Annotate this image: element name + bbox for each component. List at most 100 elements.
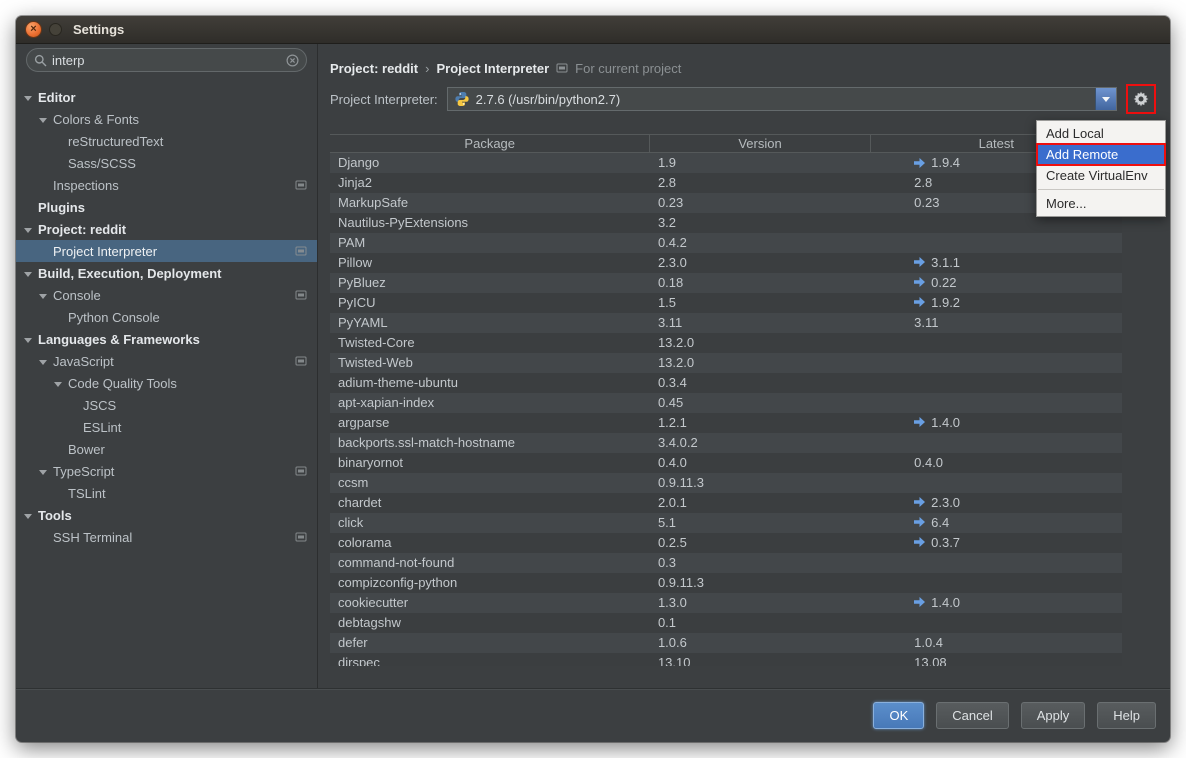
tree-item-tslint[interactable]: TSLint [16,482,317,504]
table-row-debtagshw[interactable]: debtagshw0.1 [330,613,1122,633]
table-row-twisted-core[interactable]: Twisted-Core13.2.0 [330,333,1122,353]
tree-item-eslint[interactable]: ESLint [16,416,317,438]
latest-inner: 0.4.0 [914,455,943,470]
latest-inner: 0.23 [914,195,939,210]
expand-arrow-icon[interactable] [39,286,53,304]
tree-item-tools[interactable]: Tools [16,504,317,526]
expand-arrow-icon[interactable] [39,462,53,480]
table-row-chardet[interactable]: chardet2.0.12.3.0 [330,493,1122,513]
package-cell: Nautilus-PyExtensions [330,213,650,233]
apply-button[interactable]: Apply [1021,702,1086,729]
table-row-nautilus-pyextensions[interactable]: Nautilus-PyExtensions3.2 [330,213,1122,233]
upgrade-arrow-icon [914,517,925,527]
table-row-twisted-web[interactable]: Twisted-Web13.2.0 [330,353,1122,373]
table-row-pillow[interactable]: Pillow2.3.03.1.1 [330,253,1122,273]
table-row-backports-ssl-match-hostname[interactable]: backports.ssl-match-hostname3.4.0.2 [330,433,1122,453]
menu-item-add-local[interactable]: Add Local [1037,123,1165,144]
upgrade-arrow-icon [914,158,925,168]
tree-item-typescript[interactable]: TypeScript [16,460,317,482]
table-row-compizconfig-python[interactable]: compizconfig-python0.9.11.3 [330,573,1122,593]
expand-arrow-icon[interactable] [24,88,38,106]
package-cell: compizconfig-python [330,573,650,593]
table-row-dirspec[interactable]: dirspec13.1013.08 [330,653,1122,667]
menu-item-more[interactable]: More... [1037,193,1165,214]
tree-item-build-execution-deployment[interactable]: Build, Execution, Deployment [16,262,317,284]
tree-item-code-quality-tools[interactable]: Code Quality Tools [16,372,317,394]
table-row-ccsm[interactable]: ccsm0.9.11.3 [330,473,1122,493]
table-row-click[interactable]: click5.16.4 [330,513,1122,533]
latest-cell: 2.3.0 [870,493,1122,513]
tree-item-colors-fonts[interactable]: Colors & Fonts [16,108,317,130]
clear-search-icon[interactable] [286,54,299,67]
combo-dropdown-button[interactable] [1095,88,1116,110]
title-bar[interactable]: × Settings [16,16,1170,44]
table-row-argparse[interactable]: argparse1.2.11.4.0 [330,413,1122,433]
expand-arrow-icon[interactable] [24,330,38,348]
tree-item-bower[interactable]: Bower [16,438,317,460]
settings-search-box[interactable] [26,48,307,72]
breadcrumb-separator-icon: › [425,61,429,76]
table-row-pyicu[interactable]: PyICU1.51.9.2 [330,293,1122,313]
tree-item-plugins[interactable]: Plugins [16,196,317,218]
window-control-icon[interactable] [49,23,62,36]
gear-button[interactable] [1129,87,1153,111]
tree-item-project-reddit[interactable]: Project: reddit [16,218,317,240]
table-row-adium-theme-ubuntu[interactable]: adium-theme-ubuntu0.3.4 [330,373,1122,393]
table-row-pam[interactable]: PAM0.4.2 [330,233,1122,253]
tree-item-label: reStructuredText [68,134,163,149]
tree-item-sass-scss[interactable]: Sass/SCSS [16,152,317,174]
tree-item-inspections[interactable]: Inspections [16,174,317,196]
tree-item-label: JSCS [83,398,116,413]
expand-arrow-icon[interactable] [39,110,53,128]
latest-cell: 1.9.2 [870,293,1122,313]
expand-arrow-icon[interactable] [24,220,38,238]
latest-cell: 13.08 [870,653,1122,667]
expand-arrow-icon[interactable] [24,264,38,282]
column-header-version[interactable]: Version [650,135,870,153]
help-button[interactable]: Help [1097,702,1156,729]
tree-item-editor[interactable]: Editor [16,86,317,108]
table-row-command-not-found[interactable]: command-not-found0.3 [330,553,1122,573]
tree-item-python-console[interactable]: Python Console [16,306,317,328]
interpreter-combobox[interactable]: 2.7.6 (/usr/bin/python2.7) [447,87,1117,111]
tree-item-label: Languages & Frameworks [38,332,200,347]
column-header-package[interactable]: Package [330,135,650,153]
breadcrumb-project[interactable]: Project: reddit [330,61,418,76]
package-cell: click [330,513,650,533]
table-row-markupsafe[interactable]: MarkupSafe0.230.23 [330,193,1122,213]
interpreter-label: Project Interpreter: [330,92,438,107]
tree-item-languages-frameworks[interactable]: Languages & Frameworks [16,328,317,350]
tree-item-jscs[interactable]: JSCS [16,394,317,416]
latest-inner: 1.9.2 [914,295,960,310]
tree-item-ssh-terminal[interactable]: SSH Terminal [16,526,317,548]
tree-item-restructuredtext[interactable]: reStructuredText [16,130,317,152]
menu-item-create-virtualenv[interactable]: Create VirtualEnv [1037,165,1165,186]
table-row-django[interactable]: Django1.91.9.4 [330,153,1122,173]
ok-button[interactable]: OK [873,702,924,729]
menu-item-add-remote[interactable]: Add Remote [1037,144,1165,165]
table-row-apt-xapian-index[interactable]: apt-xapian-index0.45 [330,393,1122,413]
version-cell: 13.10 [650,653,870,667]
version-cell: 13.2.0 [650,353,870,373]
per-project-icon [295,179,307,191]
expand-arrow-icon[interactable] [24,506,38,524]
table-row-binaryornot[interactable]: binaryornot0.4.00.4.0 [330,453,1122,473]
table-row-pyyaml[interactable]: PyYAML3.113.11 [330,313,1122,333]
window-close-icon[interactable]: × [25,21,42,38]
expand-arrow-icon[interactable] [54,374,68,392]
table-row-defer[interactable]: defer1.0.61.0.4 [330,633,1122,653]
tree-item-javascript[interactable]: JavaScript [16,350,317,372]
window-title: Settings [73,22,124,37]
expand-arrow-icon[interactable] [39,352,53,370]
tree-item-console[interactable]: Console [16,284,317,306]
cancel-button[interactable]: Cancel [936,702,1008,729]
table-row-colorama[interactable]: colorama0.2.50.3.7 [330,533,1122,553]
table-row-jinja2[interactable]: Jinja22.82.8 [330,173,1122,193]
tree-item-project-interpreter[interactable]: Project Interpreter [16,240,317,262]
table-row-cookiecutter[interactable]: cookiecutter1.3.01.4.0 [330,593,1122,613]
package-cell: dirspec [330,653,650,667]
latest-cell: 0.3.7 [870,533,1122,553]
search-input[interactable] [52,53,281,68]
latest-inner: 1.4.0 [914,415,960,430]
table-row-pybluez[interactable]: PyBluez0.180.22 [330,273,1122,293]
